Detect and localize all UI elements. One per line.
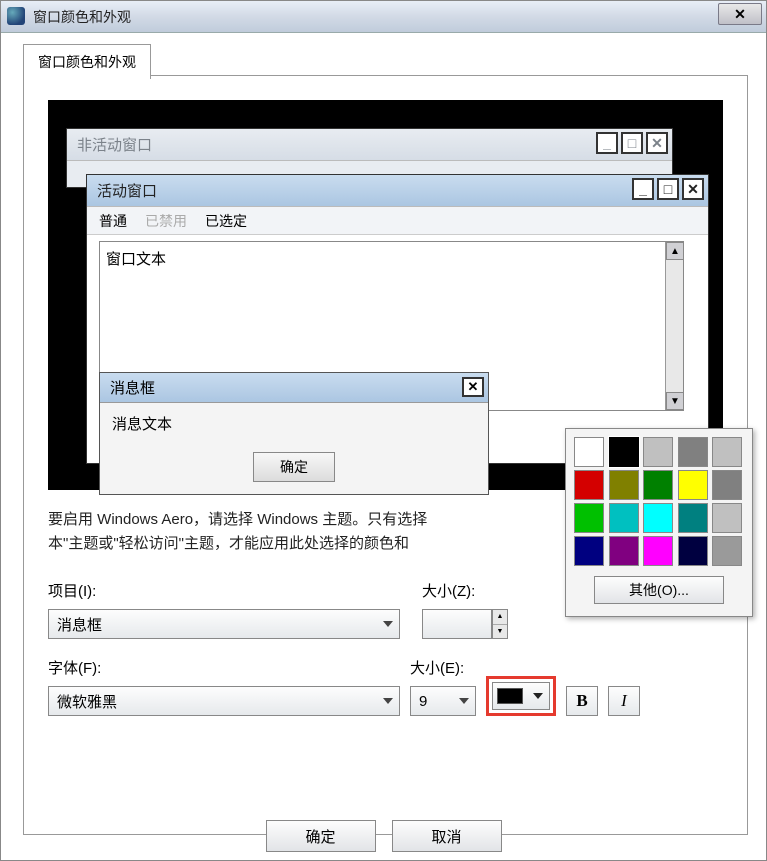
dialog-body: 窗口颜色和外观 非活动窗口 _ □ ✕ <box>1 33 766 860</box>
label-font: 字体(F): <box>48 657 400 678</box>
menu-item-selected[interactable]: 已选定 <box>205 211 247 231</box>
item-value: 消息框 <box>57 614 102 635</box>
spin-down-icon[interactable]: ▼ <box>493 625 507 639</box>
other-colors-button[interactable]: 其他(O)... <box>594 576 724 604</box>
spin-up-icon[interactable]: ▲ <box>493 610 507 625</box>
color-swatch[interactable] <box>609 536 639 566</box>
col-size2: 大小(E): 9 <box>410 657 476 716</box>
titlebar: 窗口颜色和外观 ✕ <box>1 1 766 33</box>
messagebox-titlebar: 消息框 ✕ <box>100 373 488 403</box>
minimize-icon: _ <box>632 178 654 200</box>
color-swatch[interactable] <box>574 536 604 566</box>
size1-combobox[interactable] <box>422 609 492 639</box>
color-swatch[interactable] <box>712 470 742 500</box>
label-item: 项目(I): <box>48 580 400 601</box>
color-swatch-grid <box>574 437 744 566</box>
preview-active-buttons: _ □ ✕ <box>632 178 704 200</box>
color-swatch[interactable] <box>678 470 708 500</box>
color-swatch[interactable] <box>643 503 673 533</box>
messagebox-button-row: 确定 <box>100 446 488 494</box>
minimize-icon: _ <box>596 132 618 154</box>
description-line1: 要启用 Windows Aero，请选择 Windows 主题。只有选择 <box>48 511 427 528</box>
messagebox-close-icon: ✕ <box>462 377 484 397</box>
preview-inactive-titlebar: 非活动窗口 _ □ ✕ <box>67 129 672 161</box>
color-swatch[interactable] <box>643 536 673 566</box>
color-swatch[interactable] <box>574 437 604 467</box>
col-italic: I <box>608 686 640 716</box>
color-swatch[interactable] <box>678 503 708 533</box>
font-color-swatch <box>497 688 523 704</box>
tab-panel: 非活动窗口 _ □ ✕ 活动窗口 _ □ <box>23 75 748 835</box>
menu-item-normal[interactable]: 普通 <box>99 211 127 231</box>
preview-active-window[interactable]: 活动窗口 _ □ ✕ 普通 已禁用 已选定 窗口文 <box>86 174 709 464</box>
chevron-down-icon <box>383 621 393 627</box>
font-value: 微软雅黑 <box>57 691 117 712</box>
menu-item-disabled: 已禁用 <box>145 211 187 231</box>
preview-messagebox[interactable]: 消息框 ✕ 消息文本 确定 <box>99 372 489 495</box>
preview-menu-bar: 普通 已禁用 已选定 <box>87 207 708 235</box>
item-combobox[interactable]: 消息框 <box>48 609 400 639</box>
row-font: 字体(F): 微软雅黑 大小(E): 9 <box>48 657 723 716</box>
scroll-down-icon[interactable]: ▼ <box>666 392 684 410</box>
label-size2: 大小(E): <box>410 657 476 678</box>
chevron-down-icon <box>459 698 469 704</box>
preview-inactive-title: 非活动窗口 <box>77 134 152 155</box>
col-size1: 大小(Z): ▲ ▼ <box>422 580 508 639</box>
color-swatch[interactable] <box>712 437 742 467</box>
preview-window-text: 窗口文本 <box>106 251 166 268</box>
col-color <box>486 676 556 716</box>
dialog-button-bar: 确定 取消 <box>1 820 766 852</box>
color-swatch[interactable] <box>643 470 673 500</box>
messagebox-title: 消息框 <box>110 377 155 398</box>
dialog-window: 窗口颜色和外观 ✕ 窗口颜色和外观 非活动窗口 _ □ ✕ <box>0 0 767 861</box>
preview-inactive-buttons: _ □ ✕ <box>596 132 668 154</box>
color-swatch[interactable] <box>643 437 673 467</box>
chevron-down-icon <box>533 693 543 699</box>
tab-appearance[interactable]: 窗口颜色和外观 <box>23 44 151 79</box>
maximize-icon: □ <box>657 178 679 200</box>
chevron-down-icon <box>383 698 393 704</box>
size2-combobox[interactable]: 9 <box>410 686 476 716</box>
size1-spinner[interactable]: ▲ ▼ <box>492 609 508 639</box>
app-icon <box>7 7 25 25</box>
color-swatch[interactable] <box>678 437 708 467</box>
close-icon: ✕ <box>646 132 668 154</box>
color-swatch[interactable] <box>609 503 639 533</box>
col-bold: B <box>566 686 598 716</box>
cancel-button[interactable]: 取消 <box>392 820 502 852</box>
color-swatch[interactable] <box>609 470 639 500</box>
scroll-up-icon[interactable]: ▲ <box>666 242 684 260</box>
color-picker-flyout: 其他(O)... <box>565 428 753 617</box>
tab-strip: 窗口颜色和外观 <box>23 43 748 75</box>
color-swatch[interactable] <box>712 536 742 566</box>
close-icon: ✕ <box>682 178 704 200</box>
italic-button[interactable]: I <box>608 686 640 716</box>
size2-value: 9 <box>419 693 427 710</box>
window-title: 窗口颜色和外观 <box>33 7 131 27</box>
color-swatch[interactable] <box>574 470 604 500</box>
bold-button[interactable]: B <box>566 686 598 716</box>
font-color-highlight <box>486 676 556 716</box>
color-swatch[interactable] <box>574 503 604 533</box>
close-button[interactable]: ✕ <box>718 3 762 25</box>
font-combobox[interactable]: 微软雅黑 <box>48 686 400 716</box>
messagebox-ok-button[interactable]: 确定 <box>253 452 335 482</box>
label-size1: 大小(Z): <box>422 580 508 601</box>
scrollbar[interactable]: ▲ ▼ <box>665 242 683 410</box>
description-line2: 本"主题或"轻松访问"主题，才能应用此处选择的颜色和 <box>48 535 409 552</box>
color-swatch[interactable] <box>609 437 639 467</box>
color-swatch[interactable] <box>712 503 742 533</box>
col-item: 项目(I): 消息框 <box>48 580 400 639</box>
preview-active-title: 活动窗口 <box>97 180 157 201</box>
preview-active-titlebar: 活动窗口 _ □ ✕ <box>87 175 708 207</box>
ok-button[interactable]: 确定 <box>266 820 376 852</box>
font-color-dropdown[interactable] <box>492 682 550 710</box>
messagebox-text: 消息文本 <box>100 403 488 446</box>
color-swatch[interactable] <box>678 536 708 566</box>
col-font: 字体(F): 微软雅黑 <box>48 657 400 716</box>
maximize-icon: □ <box>621 132 643 154</box>
